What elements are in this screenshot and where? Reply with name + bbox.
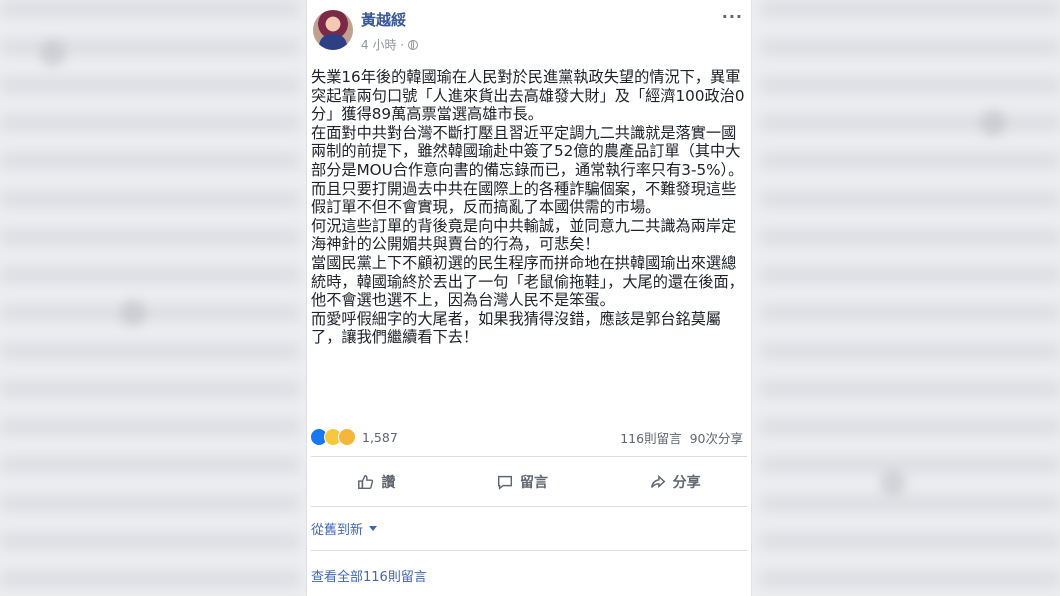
post-text: 失業16年後的韓國瑜在人民對於民進黨執政失望的情況下，異軍突起靠兩句口號「人進來…	[311, 68, 747, 347]
divider	[311, 506, 747, 507]
reaction-count[interactable]: 1,587	[362, 430, 398, 445]
comment-sort-dropdown[interactable]: 從舊到新	[311, 519, 378, 538]
author-name[interactable]: 黃越綏	[361, 9, 406, 30]
blurred-dot	[980, 110, 1006, 136]
post-meta: 4 小時 ·	[361, 36, 419, 53]
like-button[interactable]: 讚	[357, 472, 395, 492]
reaction-icons[interactable]	[310, 428, 356, 446]
reactions-summary: 1,587 116則留言 90次分享	[307, 425, 751, 449]
post-paragraph: 而且只要打開過去中共在國際上的各種詐騙個案，不難發現這些假訂單不但不會實現，反而…	[311, 179, 737, 217]
comment-count[interactable]: 116則留言	[620, 428, 681, 447]
more-options-icon[interactable]: ···	[722, 9, 743, 25]
thumbs-up-icon	[358, 474, 374, 490]
view-all-comments-link[interactable]: 查看全部116則留言	[311, 566, 427, 585]
like-label: 讚	[381, 475, 396, 491]
share-icon	[650, 474, 666, 489]
sort-label: 從舊到新	[311, 523, 364, 538]
globe-icon	[408, 39, 419, 50]
post-header: 黃越綏 4 小時 · ···	[307, 0, 751, 64]
post-time[interactable]: 4 小時 ·	[361, 36, 404, 53]
comment-label: 留言	[519, 475, 548, 491]
share-count[interactable]: 90次分享	[690, 428, 743, 447]
post-paragraph: 失業16年後的韓國瑜在人民對於民進黨執政失望的情況下，異軍突起靠兩句口號「人進來…	[311, 68, 745, 124]
divider	[311, 456, 747, 457]
wow-reaction-icon	[338, 428, 356, 446]
post-paragraph: 在面對中共對台灣不斷打壓且習近平定調九二共識就是落實一國兩制的前提下，雖然韓國瑜…	[311, 123, 744, 179]
facebook-post-card: 黃越綏 4 小時 · ··· 失業16年後的韓國瑜在人民對於民進黨執政失望的情況…	[306, 0, 752, 596]
post-paragraph: 當國民黨上下不顧初選的民生程序而拼命地在拱韓國瑜出來選總統時，韓國瑜終於丟出了一…	[311, 253, 744, 310]
blurred-background-left	[0, 0, 300, 596]
engagement-stats: 116則留言 90次分享	[620, 428, 743, 447]
post-actions: 讚 留言 分享	[307, 462, 751, 502]
share-label: 分享	[672, 475, 701, 491]
post-paragraph: 而愛呼假細字的大尾者，如果我猜得沒錯，應該是郭台銘莫屬了，讓我們繼續看下去！	[311, 309, 722, 347]
blurred-dot	[40, 40, 66, 66]
blurred-dot	[880, 470, 906, 496]
blurred-background-right	[760, 0, 1060, 596]
comment-icon	[497, 475, 513, 490]
caret-down-icon	[369, 526, 378, 531]
share-button[interactable]: 分享	[649, 472, 701, 492]
divider	[311, 550, 747, 551]
comment-button[interactable]: 留言	[496, 472, 548, 492]
author-avatar[interactable]	[313, 10, 353, 50]
post-paragraph: 何況這些訂單的背後竟是向中共輸誠，並同意九二共識為兩岸定海神針的公開媚共與賣台的…	[311, 216, 737, 254]
blurred-dot	[120, 300, 146, 326]
